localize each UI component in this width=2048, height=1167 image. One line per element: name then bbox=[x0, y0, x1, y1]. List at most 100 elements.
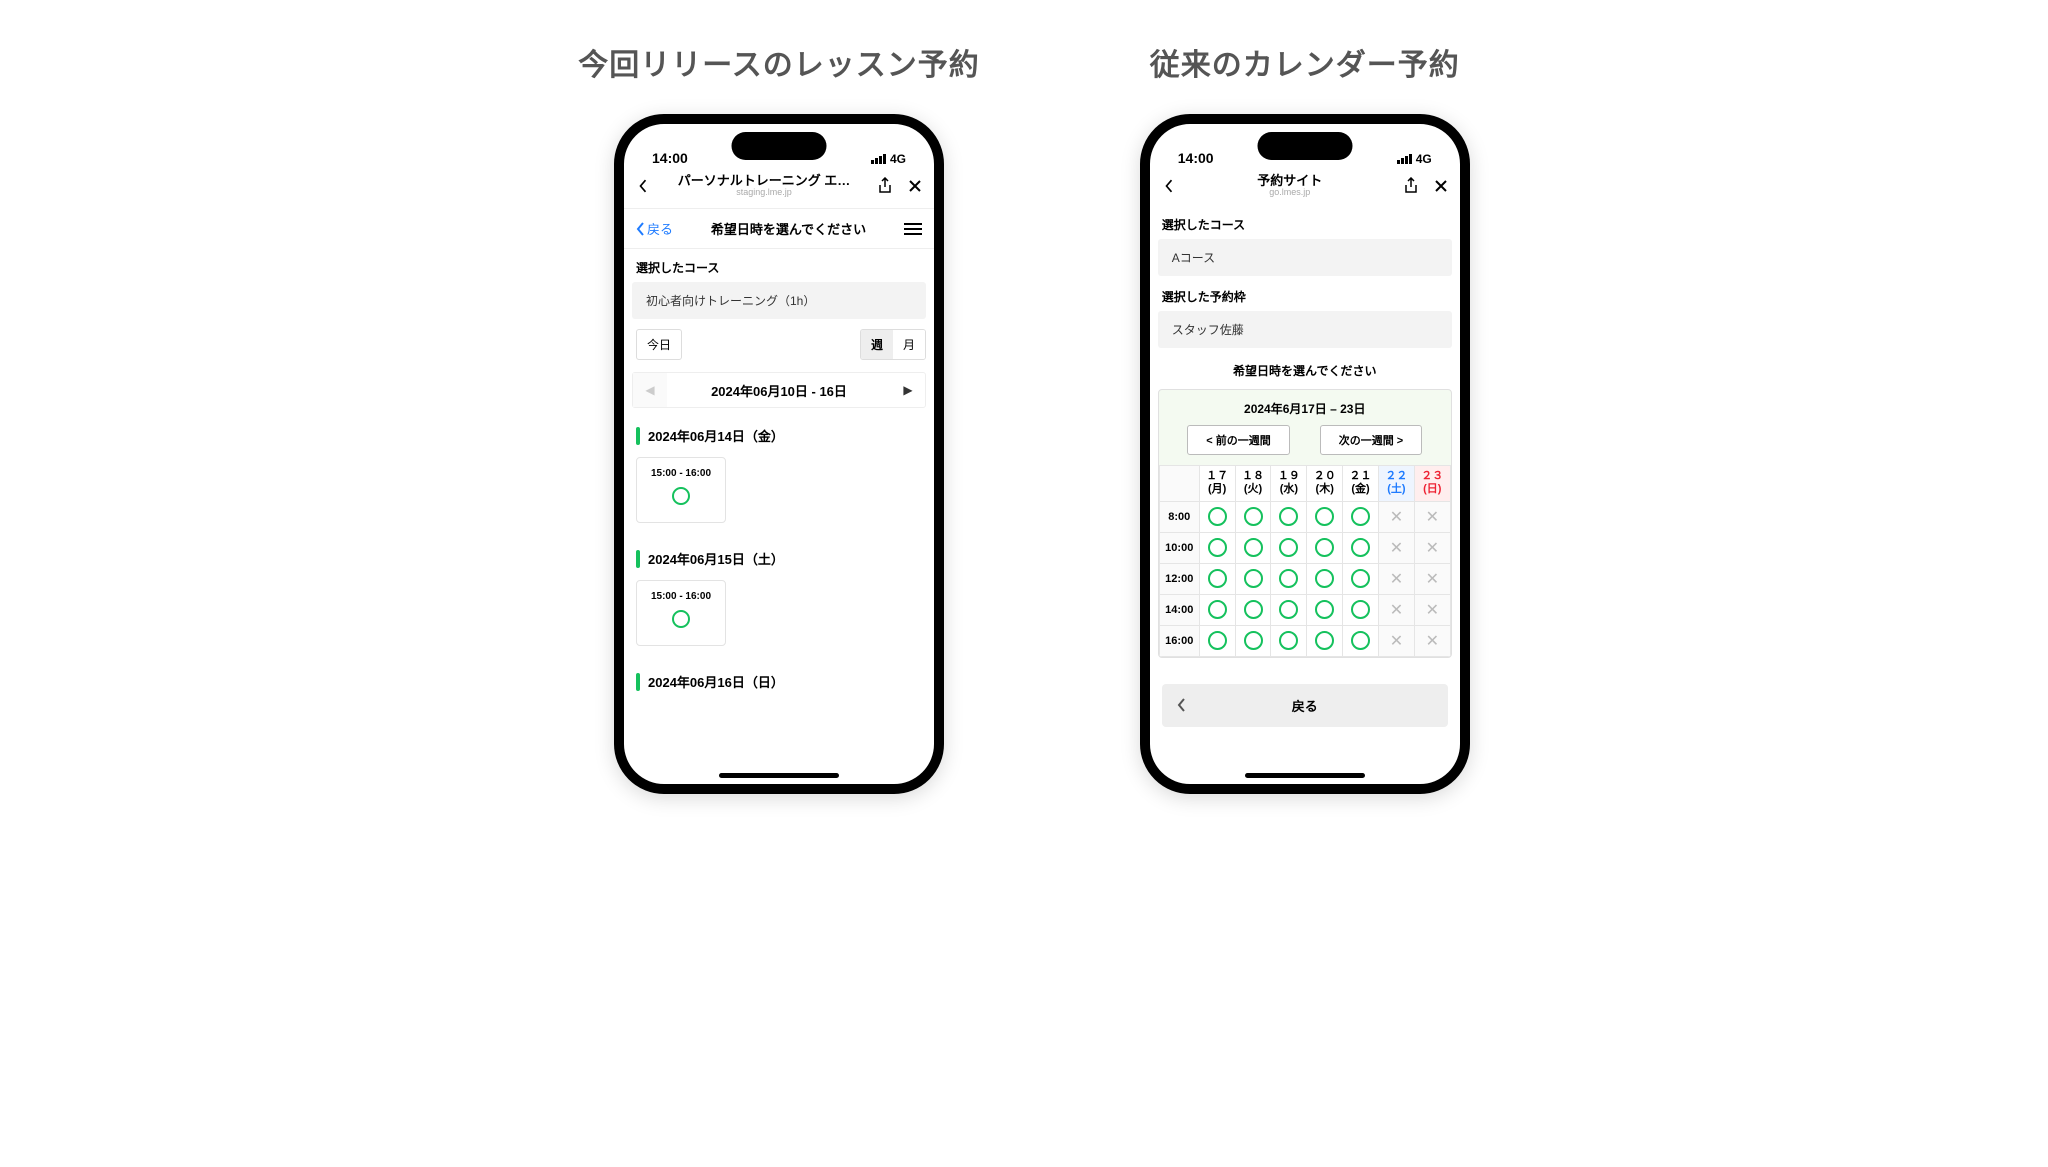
available-icon bbox=[1315, 569, 1334, 588]
available-icon bbox=[1351, 631, 1370, 650]
calendar-cell[interactable] bbox=[1199, 501, 1235, 532]
calendar-cell[interactable] bbox=[1235, 594, 1271, 625]
menu-icon[interactable] bbox=[904, 223, 922, 235]
available-icon bbox=[1244, 538, 1263, 557]
page-domain: go.lmes.jp bbox=[1184, 188, 1396, 198]
status-time: 14:00 bbox=[652, 150, 688, 166]
signal-bars-icon bbox=[1397, 154, 1412, 164]
calendar-cell[interactable] bbox=[1343, 625, 1379, 656]
day-header: 2024年06月14日（金） bbox=[624, 418, 934, 451]
calendar-time-label: 8:00 bbox=[1159, 501, 1199, 532]
calendar-cell: ✕ bbox=[1378, 563, 1414, 594]
available-icon bbox=[1244, 569, 1263, 588]
week-nav: ◀ 2024年06月10日 - 16日 ▶ bbox=[632, 372, 926, 408]
available-icon bbox=[1315, 631, 1334, 650]
unavailable-icon: ✕ bbox=[1390, 509, 1403, 526]
browser-header: 予約サイト go.lmes.jp bbox=[1150, 168, 1460, 208]
share-icon[interactable] bbox=[876, 177, 894, 195]
unavailable-icon: ✕ bbox=[1426, 509, 1439, 526]
dynamic-island bbox=[1257, 132, 1352, 160]
caption-right: 従来のカレンダー予約 bbox=[1150, 40, 1460, 84]
calendar-day-header: １９(水) bbox=[1271, 466, 1307, 501]
calendar-panel: 2024年6月17日 – 23日 < 前の一週間 次の一週間 > １７(月)１８… bbox=[1158, 389, 1452, 657]
calendar-cell[interactable] bbox=[1235, 563, 1271, 594]
calendar-cell[interactable] bbox=[1307, 532, 1343, 563]
calendar-day-header: １８(火) bbox=[1235, 466, 1271, 501]
back-bar-button[interactable]: 戻る bbox=[1162, 684, 1448, 727]
section-label-course: 選択したコース bbox=[624, 249, 934, 282]
calendar-cell[interactable] bbox=[1199, 594, 1235, 625]
phone-right: 14:00 4G 予約サイト go.lmes.jp bbox=[1140, 114, 1470, 794]
available-icon bbox=[1279, 538, 1298, 557]
calendar-time-label: 10:00 bbox=[1159, 532, 1199, 563]
browser-back-icon[interactable] bbox=[1160, 177, 1178, 195]
calendar-cell[interactable] bbox=[1343, 501, 1379, 532]
available-icon bbox=[1351, 507, 1370, 526]
calendar-cell[interactable] bbox=[1235, 625, 1271, 656]
calendar-cell[interactable] bbox=[1235, 532, 1271, 563]
calendar-day-header: ２３(日) bbox=[1414, 466, 1450, 501]
available-icon bbox=[1315, 600, 1334, 619]
calendar-cell[interactable] bbox=[1271, 501, 1307, 532]
selected-course: 初心者向けトレーニング（1h） bbox=[632, 282, 926, 319]
signal-bars-icon bbox=[871, 154, 886, 164]
unavailable-icon: ✕ bbox=[1390, 540, 1403, 557]
segment-month[interactable]: 月 bbox=[893, 330, 925, 359]
calendar-time-label: 14:00 bbox=[1159, 594, 1199, 625]
calendar-cell[interactable] bbox=[1343, 532, 1379, 563]
calendar-cell[interactable] bbox=[1199, 532, 1235, 563]
calendar-cell[interactable] bbox=[1199, 563, 1235, 594]
calendar-cell[interactable] bbox=[1235, 501, 1271, 532]
calendar-cell[interactable] bbox=[1307, 625, 1343, 656]
segment-week[interactable]: 週 bbox=[861, 330, 893, 359]
available-icon bbox=[1279, 507, 1298, 526]
calendar-cell[interactable] bbox=[1271, 532, 1307, 563]
app-toolbar: 戻る 希望日時を選んでください bbox=[624, 208, 934, 249]
calendar-cell[interactable] bbox=[1307, 594, 1343, 625]
today-button[interactable]: 今日 bbox=[636, 329, 682, 360]
next-week-button[interactable]: 次の一週間 > bbox=[1320, 425, 1422, 455]
calendar-time-label: 16:00 bbox=[1159, 625, 1199, 656]
section-label-slot: 選択した予約枠 bbox=[1150, 280, 1460, 311]
calendar-cell[interactable] bbox=[1271, 625, 1307, 656]
back-button[interactable]: 戻る bbox=[636, 219, 673, 238]
close-icon[interactable] bbox=[1432, 177, 1450, 195]
phone-left: 14:00 4G パーソナルトレーニング エ… staging.lme.jp bbox=[614, 114, 944, 794]
available-icon bbox=[1208, 631, 1227, 650]
time-slot-card[interactable]: 15:00 - 16:00 bbox=[636, 580, 726, 646]
calendar-cell: ✕ bbox=[1414, 594, 1450, 625]
dynamic-island bbox=[732, 132, 827, 160]
close-icon[interactable] bbox=[906, 177, 924, 195]
prev-week-button[interactable]: < 前の一週間 bbox=[1187, 425, 1289, 455]
calendar-time-label: 12:00 bbox=[1159, 563, 1199, 594]
calendar-cell[interactable] bbox=[1343, 594, 1379, 625]
accent-bar bbox=[636, 427, 640, 445]
next-week-icon[interactable]: ▶ bbox=[891, 373, 925, 407]
calendar-cell[interactable] bbox=[1307, 501, 1343, 532]
available-icon bbox=[1279, 569, 1298, 588]
unavailable-icon: ✕ bbox=[1426, 602, 1439, 619]
prev-week-icon[interactable]: ◀ bbox=[633, 373, 667, 407]
calendar-cell[interactable] bbox=[1271, 594, 1307, 625]
available-icon bbox=[1315, 507, 1334, 526]
browser-back-icon[interactable] bbox=[634, 177, 652, 195]
day-header: 2024年06月16日（日） bbox=[624, 664, 934, 697]
calendar-cell[interactable] bbox=[1271, 563, 1307, 594]
calendar-cell: ✕ bbox=[1378, 501, 1414, 532]
calendar-cell: ✕ bbox=[1378, 625, 1414, 656]
available-icon bbox=[1315, 538, 1334, 557]
calendar-cell[interactable] bbox=[1307, 563, 1343, 594]
network-label: 4G bbox=[890, 152, 906, 166]
available-icon bbox=[1351, 538, 1370, 557]
page-domain: staging.lme.jp bbox=[658, 188, 870, 198]
page-title: パーソナルトレーニング エ… bbox=[658, 174, 870, 188]
calendar-cell: ✕ bbox=[1414, 501, 1450, 532]
calendar-cell[interactable] bbox=[1343, 563, 1379, 594]
available-icon bbox=[672, 487, 690, 505]
accent-bar bbox=[636, 673, 640, 691]
day-header: 2024年06月15日（土） bbox=[624, 541, 934, 574]
slot-time: 15:00 - 16:00 bbox=[637, 591, 725, 602]
share-icon[interactable] bbox=[1402, 177, 1420, 195]
time-slot-card[interactable]: 15:00 - 16:00 bbox=[636, 457, 726, 523]
calendar-cell[interactable] bbox=[1199, 625, 1235, 656]
